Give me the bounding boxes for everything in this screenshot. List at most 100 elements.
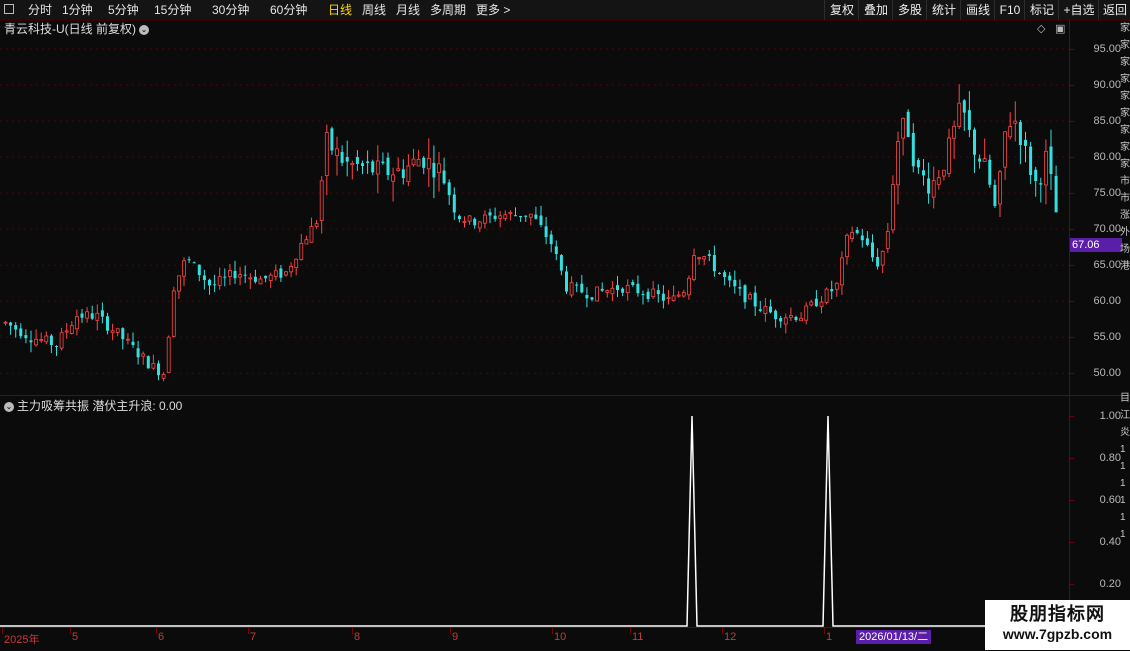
candle-body[interactable] xyxy=(299,242,304,260)
candle-body[interactable] xyxy=(922,170,925,176)
candle-body[interactable] xyxy=(1013,120,1018,124)
candle-body[interactable] xyxy=(355,157,359,164)
candle-body[interactable] xyxy=(146,356,150,369)
candle-body[interactable] xyxy=(1029,146,1033,176)
candle-body[interactable] xyxy=(554,246,558,254)
candle-body[interactable] xyxy=(876,256,880,267)
toolbar-button[interactable]: 复权 xyxy=(824,0,859,20)
candle-body[interactable] xyxy=(268,274,273,281)
candle-body[interactable] xyxy=(931,180,936,198)
candle-body[interactable] xyxy=(681,291,686,297)
candle-body[interactable] xyxy=(131,341,135,345)
candle-body[interactable] xyxy=(743,285,747,303)
candle-body[interactable] xyxy=(824,288,829,303)
candle-body[interactable] xyxy=(391,174,396,182)
candle-body[interactable] xyxy=(595,286,599,302)
candle-body[interactable] xyxy=(641,293,645,295)
candle-body[interactable] xyxy=(651,288,656,298)
candle-body[interactable] xyxy=(575,284,579,286)
candle-body[interactable] xyxy=(676,294,681,297)
candle-body[interactable] xyxy=(636,283,640,294)
candle-body[interactable] xyxy=(238,274,243,278)
candle-body[interactable] xyxy=(1024,139,1027,146)
candle-body[interactable] xyxy=(197,264,201,276)
candle-body[interactable] xyxy=(273,270,278,277)
candle-body[interactable] xyxy=(834,282,839,290)
candle-body[interactable] xyxy=(738,287,742,289)
candle-body[interactable] xyxy=(55,346,58,348)
candle-body[interactable] xyxy=(44,335,49,343)
candle-body[interactable] xyxy=(978,158,982,162)
candle-body[interactable] xyxy=(906,111,910,137)
candle-body[interactable] xyxy=(850,232,854,239)
candle-body[interactable] xyxy=(610,287,615,295)
candle-body[interactable] xyxy=(69,325,74,334)
candle-body[interactable] xyxy=(192,262,196,264)
candle-body[interactable] xyxy=(519,215,523,218)
candle-body[interactable] xyxy=(482,214,487,224)
candle-body[interactable] xyxy=(590,297,594,300)
candle-body[interactable] xyxy=(34,338,38,346)
candle-body[interactable] xyxy=(85,311,89,319)
candle-body[interactable] xyxy=(840,257,844,286)
candle-body[interactable] xyxy=(763,305,768,314)
candle-body[interactable] xyxy=(707,254,711,256)
toolbar-button[interactable]: 统计 xyxy=(926,0,961,20)
candle-body[interactable] xyxy=(514,215,517,217)
candle-body[interactable] xyxy=(396,168,401,171)
candle-body[interactable] xyxy=(1018,122,1022,146)
candle-body[interactable] xyxy=(625,284,630,294)
candle-body[interactable] xyxy=(565,271,568,292)
candle-body[interactable] xyxy=(213,284,217,286)
candle-body[interactable] xyxy=(233,270,237,279)
candle-body[interactable] xyxy=(324,132,329,176)
candle-body[interactable] xyxy=(3,321,8,324)
candle-body[interactable] xyxy=(442,170,446,184)
candle-body[interactable] xyxy=(202,275,206,281)
candle-body[interactable] xyxy=(723,272,727,278)
candle-body[interactable] xyxy=(559,255,563,271)
candle-body[interactable] xyxy=(993,184,997,206)
candle-body[interactable] xyxy=(340,151,344,163)
indicator-chart[interactable] xyxy=(0,396,1069,627)
candle-body[interactable] xyxy=(774,310,778,320)
candle-body[interactable] xyxy=(524,215,528,217)
candle-body[interactable] xyxy=(49,335,53,346)
candle-body[interactable] xyxy=(891,184,895,231)
candle-body[interactable] xyxy=(9,322,13,326)
candle-body[interactable] xyxy=(309,226,314,243)
candle-body[interactable] xyxy=(804,305,809,321)
candle-body[interactable] xyxy=(208,279,211,286)
period-tab[interactable]: 1分钟 xyxy=(62,0,93,20)
candle-body[interactable] xyxy=(605,290,610,293)
candle-body[interactable] xyxy=(136,348,140,358)
toolbar-button[interactable]: F10 xyxy=(994,0,1025,20)
candle-body[interactable] xyxy=(371,161,375,173)
candle-body[interactable] xyxy=(661,293,665,301)
candle-body[interactable] xyxy=(141,353,146,357)
candle-body[interactable] xyxy=(264,275,268,279)
candle-body[interactable] xyxy=(871,242,874,258)
candle-body[interactable] xyxy=(157,363,160,376)
candle-body[interactable] xyxy=(753,292,757,307)
candle-body[interactable] xyxy=(671,295,676,301)
period-tab[interactable]: 5分钟 xyxy=(108,0,139,20)
candle-body[interactable] xyxy=(361,163,364,166)
candle-body[interactable] xyxy=(59,332,64,349)
candle-body[interactable] xyxy=(621,288,625,293)
candle-body[interactable] xyxy=(646,291,650,299)
candle-body[interactable] xyxy=(508,212,513,214)
candle-body[interactable] xyxy=(503,214,508,219)
candle-body[interactable] xyxy=(258,278,263,285)
candle-body[interactable] xyxy=(936,177,941,185)
toolbar-button[interactable]: 返回 xyxy=(1098,0,1130,20)
candle-body[interactable] xyxy=(569,282,574,296)
candle-body[interactable] xyxy=(967,110,971,130)
candle-body[interactable] xyxy=(294,258,299,269)
candle-body[interactable] xyxy=(151,362,156,369)
candle-body[interactable] xyxy=(814,298,818,307)
toolbar-button[interactable]: 多股 xyxy=(892,0,927,20)
candle-body[interactable] xyxy=(769,306,772,313)
candle-body[interactable] xyxy=(783,317,788,325)
candle-body[interactable] xyxy=(880,250,885,266)
